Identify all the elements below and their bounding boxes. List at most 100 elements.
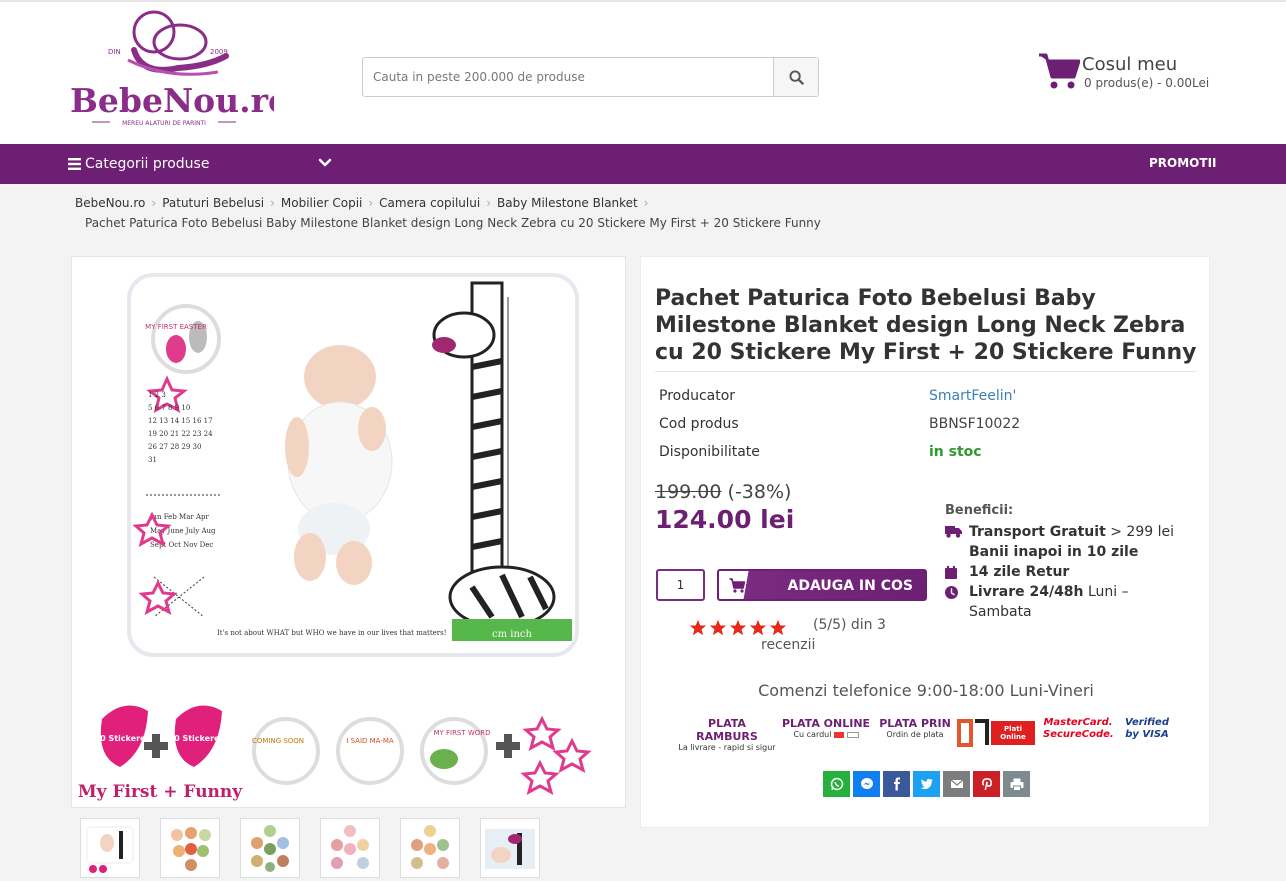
svg-text:26 27 28 29 30: 26 27 28 29 30 (148, 443, 201, 451)
spec-value-producer[interactable]: SmartFeelin' (929, 388, 1016, 404)
thumbnail-image (86, 826, 134, 873)
mastercard-securecode-logo: MasterCard. SecureCode. (1043, 717, 1114, 741)
cart-summary[interactable]: Cosul meu 0 produs(e) - 0.00Lei (1038, 52, 1238, 92)
rating-reviews-label[interactable]: recenzii (761, 637, 815, 653)
current-price: 124.00 lei (655, 505, 795, 534)
whatsapp-icon (830, 777, 843, 791)
share-buttons (823, 771, 1030, 797)
mastercard-icon (834, 731, 845, 738)
promotions-link[interactable]: PROMOTII (1149, 156, 1217, 170)
thumbnail-strip (80, 818, 540, 878)
breadcrumb-item-home[interactable]: BebeNou.ro (75, 196, 145, 210)
sticker-badge-funny: 20 Stickere (169, 734, 220, 743)
share-facebook-button[interactable] (883, 771, 910, 797)
discount-percent: (-38%) (727, 481, 792, 503)
payment-bank-transfer: PLATA PRIN Ordin de plata (877, 717, 953, 739)
benefit-money-back: Banii inapoi in 10 zile (945, 542, 1195, 562)
star-icon (689, 619, 707, 636)
old-price: 199.00 (-38%) (655, 481, 791, 503)
easter-badge-text: MY FIRST EASTER (145, 323, 207, 331)
spec-value-code: BBNSF10022 (929, 416, 1021, 432)
calendar-icon (945, 566, 957, 579)
payment-title: PLATA ONLINE (781, 717, 871, 730)
menu-icon (68, 158, 81, 170)
svg-text:19 20 21 22 23 24: 19 20 21 22 23 24 (148, 430, 213, 438)
breadcrumb-separator: › (643, 196, 649, 210)
logo-tagline: MEREU ALATURI DE PARINTI (122, 120, 206, 127)
payment-subtitle: La livrare - rapid si sigur (678, 743, 776, 752)
payment-title: PLATA RAMBURS (696, 717, 758, 743)
share-email-button[interactable] (943, 771, 970, 797)
breadcrumb: BebeNou.ro › Patuturi Bebelusi › Mobilier Co… (75, 196, 655, 210)
thumbnail-4[interactable] (320, 818, 380, 878)
share-twitter-button[interactable] (913, 771, 940, 797)
star-icon (729, 619, 747, 636)
breadcrumb-item-patuturi[interactable]: Patuturi Bebelusi (162, 196, 264, 210)
gallery-caption: My First + Funny (78, 782, 243, 802)
sticker-badge-first: 20 Stickere (95, 734, 146, 743)
thumbnail-image (411, 825, 449, 869)
search-button[interactable] (773, 58, 818, 96)
add-to-cart-button[interactable]: ADAUGA IN COS (717, 569, 927, 601)
share-whatsapp-button[interactable] (823, 771, 850, 797)
thumbnail-1[interactable] (80, 818, 140, 878)
truck-icon (945, 526, 962, 538)
breadcrumb-item-milestone[interactable]: Baby Milestone Blanket (497, 196, 638, 210)
search-input[interactable] (363, 58, 773, 96)
payment-methods: PLATA RAMBURS La livrare - rapid si sigu… (677, 717, 1177, 752)
breadcrumb-current-page: Pachet Paturica Foto Bebelusi Baby Miles… (85, 216, 821, 230)
sticker-ma-ma: I SAID MA-MA (346, 737, 394, 745)
product-info-panel: Pachet Paturica Foto Bebelusi Baby Miles… (640, 256, 1210, 828)
blanket-units: cm inch (492, 629, 533, 640)
thumbnail-6[interactable] (480, 818, 540, 878)
bebenou-logo-graphic: DIN 2009 BebeNou.ro MEREU ALATURI DE PAR… (70, 10, 290, 127)
breadcrumb-item-camera[interactable]: Camera copilului (379, 196, 480, 210)
thumbnail-5[interactable] (400, 818, 460, 878)
payment-cash-on-delivery: PLATA RAMBURS La livrare - rapid si sigu… (677, 717, 777, 752)
payment-subtitle: Ordin de plata (886, 730, 944, 739)
benefit-shipping-rest: > 299 lei (1105, 524, 1174, 540)
breadcrumb-separator: › (368, 196, 374, 210)
site-header: DIN 2009 BebeNou.ro MEREU ALATURI DE PAR… (0, 0, 1286, 144)
search-icon (788, 69, 804, 85)
product-title: Pachet Paturica Foto Bebelusi Baby Miles… (655, 286, 1197, 365)
breadcrumb-separator: › (486, 196, 491, 210)
benefit-delivery: Livrare 24/48h Luni – Sambata (945, 582, 1195, 622)
quantity-input[interactable] (656, 569, 705, 601)
thumbnail-3[interactable] (240, 818, 300, 878)
logo-brand-text: BebeNou.ro (70, 81, 274, 120)
breadcrumb-item-mobilier[interactable]: Mobilier Copii (281, 196, 362, 210)
rating-summary[interactable]: (5/5) din 3 (813, 617, 886, 633)
share-print-button[interactable] (1003, 771, 1030, 797)
verified-by-visa-text: Verified by VISA (1125, 717, 1169, 740)
chevron-down-icon (318, 158, 332, 167)
benefit-free-shipping: Transport Gratuit > 299 lei (945, 522, 1195, 542)
sticker-coming-soon: COMING SOON (252, 737, 304, 745)
spec-label-code: Cod produs (659, 416, 739, 432)
logo-since-left: DIN (108, 48, 121, 56)
thumbnail-2[interactable] (160, 818, 220, 878)
benefit-return-bold: 14 zile Retur (969, 564, 1070, 580)
thumbnail-image (251, 825, 289, 872)
payment-online-card: PLATA ONLINE Cu cardul (781, 717, 871, 739)
share-messenger-button[interactable] (853, 771, 880, 797)
categories-menu-toggle[interactable]: Categorii produse (68, 144, 338, 184)
payment-title: PLATA PRIN (879, 717, 951, 730)
benefit-shipping-bold: Transport Gratuit (969, 524, 1106, 540)
plati-online-text: Plati Online (1000, 725, 1026, 741)
star-icon (749, 619, 767, 636)
site-logo[interactable]: DIN 2009 BebeNou.ro MEREU ALATURI DE PAR… (68, 10, 290, 132)
email-icon (950, 779, 963, 788)
rating-stars[interactable] (689, 619, 787, 636)
messenger-icon (860, 778, 873, 789)
divider (655, 371, 1197, 372)
phone-orders-info: Comenzi telefonice 9:00-18:00 Luni-Viner… (758, 681, 1094, 700)
svg-text:Jan Feb Mar Apr: Jan Feb Mar Apr (149, 513, 209, 521)
spec-value-availability: in stoc (929, 444, 982, 460)
mastercard-securecode-text: MasterCard. SecureCode. (1043, 717, 1114, 740)
product-main-image[interactable]: MY FIRST EASTER 1 2 3 5 6 7 8 9 10 12 13… (71, 256, 626, 808)
cart-icon (1039, 53, 1080, 89)
logo-since-right: 2009 (210, 48, 228, 56)
old-price-value: 199.00 (655, 481, 722, 503)
share-pinterest-button[interactable] (973, 771, 1000, 797)
